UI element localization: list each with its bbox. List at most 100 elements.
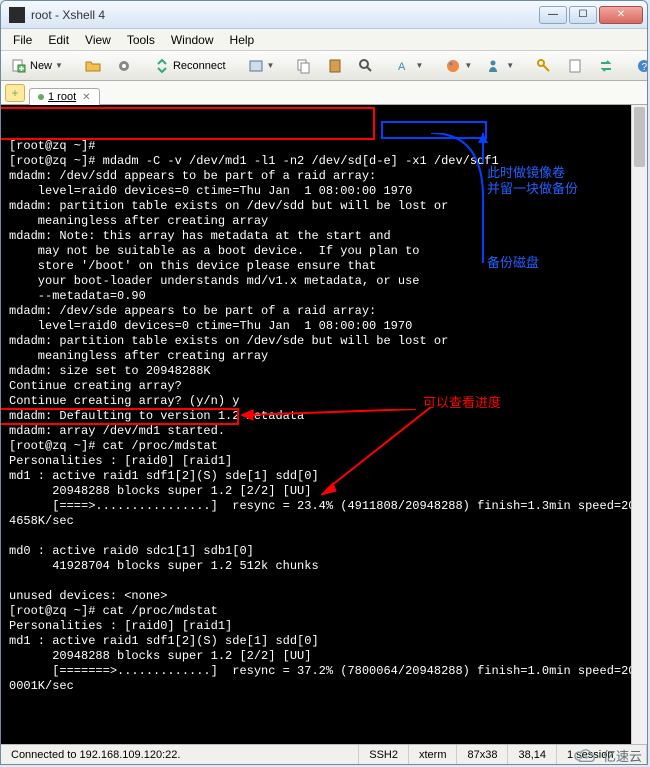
users-button[interactable]: ▼ xyxy=(481,54,520,78)
close-tab-icon[interactable]: ✕ xyxy=(82,92,90,103)
chevron-down-icon: ▼ xyxy=(55,61,63,70)
terminal-line xyxy=(9,694,639,709)
menu-edit[interactable]: Edit xyxy=(40,30,77,50)
blue-link-icon xyxy=(431,133,491,273)
terminal-line: 41928704 blocks super 1.2 512k chunks xyxy=(9,559,639,574)
titlebar[interactable]: root - Xshell 4 — ☐ ✕ xyxy=(1,1,647,29)
transfer-button[interactable] xyxy=(592,54,620,78)
paste-button[interactable] xyxy=(321,54,349,78)
status-connection: Connected to 192.168.109.120:22. xyxy=(1,745,359,764)
terminal-line: Personalities : [raid0] [raid1] xyxy=(9,619,639,634)
app-icon xyxy=(9,7,25,23)
menubar: File Edit View Tools Window Help xyxy=(1,29,647,51)
gear-icon xyxy=(116,58,132,74)
terminal-line: meaningless after creating array xyxy=(9,214,639,229)
status-size: 87x38 xyxy=(457,745,508,764)
help-icon: ? xyxy=(636,58,648,74)
terminal-line: Continue creating array? xyxy=(9,379,639,394)
minimize-button[interactable]: — xyxy=(539,6,567,24)
chevron-down-icon: ▼ xyxy=(464,61,472,70)
vertical-scrollbar[interactable] xyxy=(631,105,647,744)
properties-button[interactable] xyxy=(110,54,138,78)
tab-label: 1 root xyxy=(48,91,76,103)
annotation-progress: 可以查看进度 xyxy=(423,395,501,410)
window-title: root - Xshell 4 xyxy=(31,8,537,22)
menu-view[interactable]: View xyxy=(77,30,119,50)
terminal-line: 0001K/sec xyxy=(9,679,639,694)
status-protocol: SSH2 xyxy=(359,745,409,764)
copy-icon xyxy=(296,58,312,74)
terminal-line xyxy=(9,529,639,544)
chevron-down-icon: ▼ xyxy=(415,61,423,70)
terminal-line: --metadata=0.90 xyxy=(9,289,639,304)
window-icon xyxy=(248,58,264,74)
chevron-down-icon: ▼ xyxy=(267,61,275,70)
key-icon xyxy=(536,58,552,74)
annotation-spare-text: 并留一块做备份 xyxy=(487,181,578,196)
svg-text:A: A xyxy=(398,61,406,73)
terminal-line: mdadm: partition table exists on /dev/sd… xyxy=(9,334,639,349)
script-button[interactable] xyxy=(561,54,589,78)
search-icon xyxy=(358,58,374,74)
menu-tools[interactable]: Tools xyxy=(119,30,163,50)
open-button[interactable] xyxy=(79,54,107,78)
add-tab-button[interactable]: + xyxy=(5,84,25,102)
maximize-button[interactable]: ☐ xyxy=(569,6,597,24)
new-label: New xyxy=(30,60,52,72)
reconnect-button[interactable]: Reconnect xyxy=(148,54,232,78)
copy-button[interactable] xyxy=(290,54,318,78)
watermark: 亿速云 xyxy=(571,746,642,765)
lock-button[interactable] xyxy=(530,54,558,78)
terminal-line: mdadm: partition table exists on /dev/sd… xyxy=(9,199,639,214)
paste-icon xyxy=(327,58,343,74)
new-button[interactable]: New ▼ xyxy=(5,54,69,78)
chevron-down-icon: ▼ xyxy=(506,61,514,70)
help-button[interactable]: ?▼ xyxy=(630,54,648,78)
terminal-line: your boot-loader understands md/v1.x met… xyxy=(9,274,639,289)
terminal-line: may not be suitable as a boot device. If… xyxy=(9,244,639,259)
svg-text:?: ? xyxy=(642,62,648,73)
terminal-line: [====>................] resync = 23.4% (… xyxy=(9,499,639,514)
annotation-backup-disk: 备份磁盘 xyxy=(487,255,539,270)
terminal[interactable]: [root@zq ~]#[root@zq ~]# mdadm -C -v /de… xyxy=(1,105,647,744)
scrollbar-thumb[interactable] xyxy=(634,107,645,167)
annotation-mirror: 此时做镜像卷 xyxy=(487,165,565,180)
toolbar: New ▼ Reconnect ▼ A▼ ▼ ▼ ?▼ xyxy=(1,51,647,81)
transfer-icon xyxy=(598,58,614,74)
reconnect-label: Reconnect xyxy=(173,60,226,72)
script-icon xyxy=(567,58,583,74)
window-controls: — ☐ ✕ xyxy=(537,6,643,24)
terminal-line: mdadm: size set to 20948288K xyxy=(9,364,639,379)
terminal-line xyxy=(9,574,639,589)
terminal-line: [root@zq ~]# xyxy=(9,139,639,154)
folder-icon xyxy=(85,58,101,74)
tab-bar: + 1 root ✕ xyxy=(1,81,647,105)
terminal-line: [=======>.............] resync = 37.2% (… xyxy=(9,664,639,679)
statusbar: Connected to 192.168.109.120:22. SSH2 xt… xyxy=(1,744,647,764)
color-button[interactable]: ▼ xyxy=(439,54,478,78)
arrow-2-icon xyxy=(321,407,431,497)
annotation-box-command xyxy=(1,107,375,140)
terminal-line: mdadm: Note: this array has metadata at … xyxy=(9,229,639,244)
session-button[interactable]: ▼ xyxy=(242,54,281,78)
menu-file[interactable]: File xyxy=(5,30,40,50)
status-cursor: 38,14 xyxy=(508,745,557,764)
reconnect-icon xyxy=(154,58,170,74)
terminal-line: 20948288 blocks super 1.2 [2/2] [UU] xyxy=(9,649,639,664)
app-window: root - Xshell 4 — ☐ ✕ File Edit View Too… xyxy=(0,0,648,765)
tab-session[interactable]: 1 root ✕ xyxy=(29,88,100,105)
terminal-line: [root@zq ~]# cat /proc/mdstat xyxy=(9,604,639,619)
font-icon: A xyxy=(396,58,412,74)
search-button[interactable] xyxy=(352,54,380,78)
terminal-line: 4658K/sec xyxy=(9,514,639,529)
font-button[interactable]: A▼ xyxy=(390,54,429,78)
cloud-icon xyxy=(571,748,599,764)
connection-dot-icon xyxy=(38,94,44,100)
watermark-text: 亿速云 xyxy=(603,746,642,765)
close-button[interactable]: ✕ xyxy=(599,6,643,24)
menu-help[interactable]: Help xyxy=(222,30,263,50)
users-icon xyxy=(487,58,503,74)
new-file-icon xyxy=(11,58,27,74)
terminal-line: unused devices: <none> xyxy=(9,589,639,604)
menu-window[interactable]: Window xyxy=(163,30,222,50)
